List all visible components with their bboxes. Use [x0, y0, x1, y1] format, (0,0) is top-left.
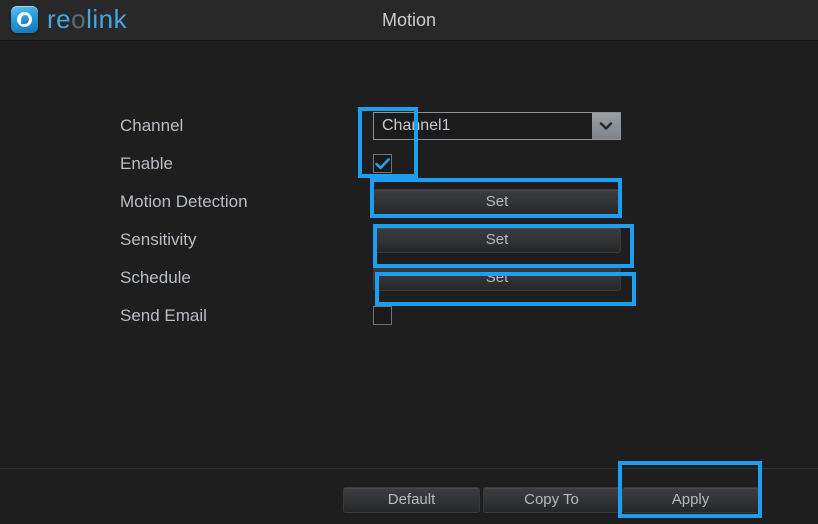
send-email-checkbox[interactable]: [373, 306, 392, 325]
motion-settings-window: reolink Motion Channel Channel1 Enable M…: [0, 0, 818, 524]
default-button[interactable]: Default: [343, 487, 480, 513]
apply-button[interactable]: Apply: [622, 487, 759, 513]
channel-select[interactable]: Channel1: [373, 112, 621, 140]
field-channel: Channel1: [373, 107, 621, 145]
field-enable: [373, 145, 392, 183]
label-enable: Enable: [120, 154, 173, 173]
field-schedule: Set: [373, 259, 621, 297]
motion-detection-set-button[interactable]: Set: [373, 189, 621, 215]
settings-form: Channel Channel1 Enable Motion Detection…: [0, 41, 818, 468]
form-row-schedule: Schedule Set: [0, 259, 818, 297]
label-schedule: Schedule: [120, 268, 191, 287]
form-row-sensitivity: Sensitivity Set: [0, 221, 818, 259]
footer-bar: Default Copy To Apply: [0, 468, 818, 524]
label-send-email: Send Email: [120, 306, 207, 325]
title-bar: reolink Motion: [0, 0, 818, 41]
schedule-set-button[interactable]: Set: [373, 265, 621, 291]
form-row-enable: Enable: [0, 145, 818, 183]
label-channel: Channel: [120, 116, 184, 135]
chevron-down-icon[interactable]: [592, 113, 620, 139]
sensitivity-set-button[interactable]: Set: [373, 227, 621, 253]
form-row-send-email: Send Email: [0, 297, 818, 335]
label-sensitivity: Sensitivity: [120, 230, 197, 249]
check-icon: [375, 157, 390, 169]
field-sensitivity: Set: [373, 221, 621, 259]
field-send-email: [373, 297, 392, 335]
form-row-channel: Channel Channel1: [0, 107, 818, 145]
label-motion-detection: Motion Detection: [120, 192, 248, 211]
copy-to-button[interactable]: Copy To: [483, 487, 620, 513]
form-row-motion-detection: Motion Detection Set: [0, 183, 818, 221]
field-motion-detection: Set: [373, 183, 621, 221]
page-title: Motion: [381, 10, 437, 30]
enable-checkbox[interactable]: [373, 154, 392, 173]
channel-select-value: Channel1: [382, 117, 451, 134]
